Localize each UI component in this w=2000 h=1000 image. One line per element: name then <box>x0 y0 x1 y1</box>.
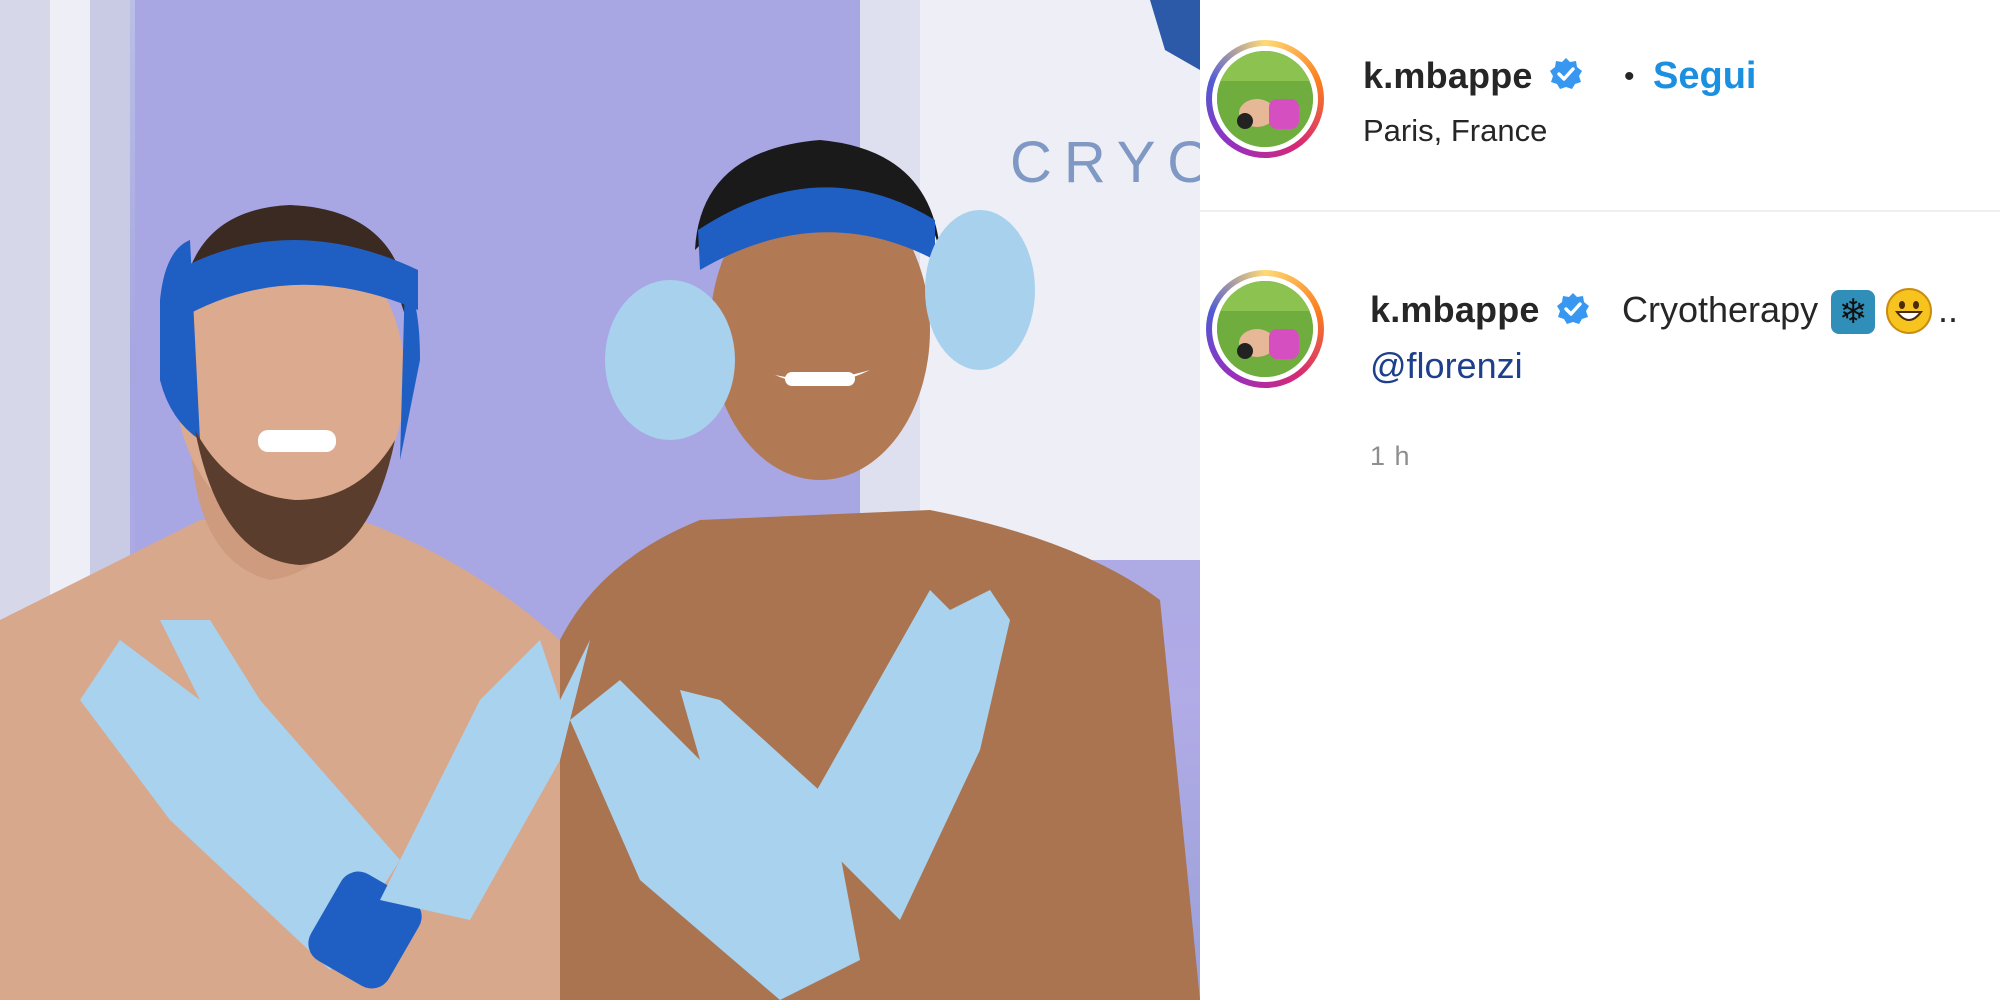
post-photo[interactable]: CRYO <box>0 0 1200 1000</box>
photo-scene: CRYO <box>0 0 1200 1000</box>
follow-button[interactable]: Segui <box>1653 55 1756 98</box>
location-link[interactable]: Paris, France <box>1363 113 1547 149</box>
sign-text: CRYO <box>1010 130 1200 195</box>
avatar-image <box>1217 51 1313 147</box>
grinning-face-emoji <box>1886 288 1932 334</box>
header-separator: • <box>1624 60 1635 93</box>
verified-badge-icon <box>1557 293 1589 324</box>
caption-avatar-image <box>1217 281 1313 377</box>
caption-text: Cryotherapy <box>1622 289 1819 330</box>
earmuff-left <box>605 280 735 440</box>
avatar[interactable] <box>1206 40 1324 158</box>
earmuff-right <box>925 210 1035 370</box>
post-timestamp[interactable]: 1 h <box>1370 441 1411 472</box>
header-username[interactable]: k.mbappe <box>1363 55 1533 97</box>
mention-link[interactable]: @florenzi <box>1370 345 1523 387</box>
caption-avatar[interactable] <box>1206 270 1324 388</box>
caption-overflow: .. <box>1938 289 1959 330</box>
post-header: k.mbappe • Segui Paris, France <box>1200 0 2000 212</box>
caption-username[interactable]: k.mbappe <box>1370 289 1540 331</box>
verified-badge-icon <box>1550 58 1582 89</box>
post-details-panel: k.mbappe • Segui Paris, France k.mbappe … <box>1200 0 2000 1000</box>
snowflake-emoji: ❄ <box>1831 290 1875 334</box>
